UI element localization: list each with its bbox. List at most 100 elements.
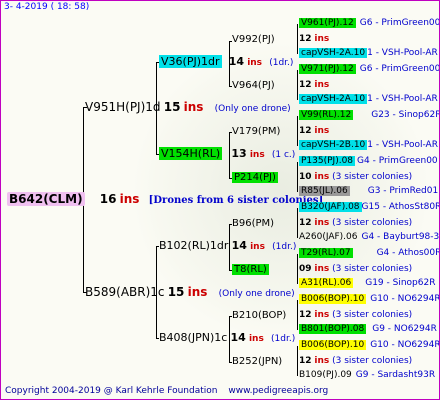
gen2-name[interactable]: B408(JPN)1c bbox=[159, 331, 227, 344]
gen4-name[interactable]: A31(RL).06 bbox=[299, 278, 354, 288]
connector bbox=[297, 70, 298, 100]
gen4-ins: ins bbox=[314, 264, 330, 274]
gen2-name[interactable]: V154H(RL) bbox=[159, 147, 223, 160]
gen4-ins: ins bbox=[314, 80, 330, 90]
gen4-name[interactable]: capVSH-2A.10 bbox=[299, 48, 368, 58]
gen1-node: V951H(PJ)1d 15 ins (Only one drone) bbox=[85, 100, 291, 114]
gen2-count: 14 bbox=[230, 331, 246, 344]
gen4-name[interactable]: A260(JAF).06 bbox=[299, 232, 358, 242]
gen4-code: G4 - Athos00R bbox=[376, 248, 440, 258]
gen4-count: 09 bbox=[299, 264, 312, 274]
gen4-row: 12 ins bbox=[299, 80, 329, 90]
gen3-node[interactable]: T8(RL) bbox=[232, 264, 269, 275]
gen4-row: 12 ins bbox=[299, 126, 329, 136]
gen4-name[interactable]: V971(PJ).12 bbox=[299, 64, 356, 74]
connector bbox=[297, 254, 298, 284]
gen4-note: (3 sister colonies) bbox=[332, 172, 413, 182]
chart-date: 3- 4-2019 ( 18: 58) bbox=[4, 2, 90, 12]
connector bbox=[297, 208, 298, 238]
gen4-row: 09 ins (3 sister colonies) bbox=[299, 264, 412, 274]
gen2-ins: ins bbox=[247, 58, 263, 68]
gen4-name[interactable]: B006(BOP).10 bbox=[299, 340, 367, 350]
gen4-note: (3 sister colonies) bbox=[332, 264, 413, 274]
gen4-code: G10 - NO6294R bbox=[370, 340, 440, 350]
root-name[interactable]: B642(CLM) bbox=[7, 192, 85, 206]
gen2-ins: ins bbox=[249, 150, 265, 160]
gen2-node: B102(RL)1dr 14 ins (1dr.) bbox=[159, 239, 296, 252]
gen3-node[interactable]: V179(PM) bbox=[232, 126, 280, 137]
connector bbox=[297, 116, 298, 146]
gen4-row: capVSH-2A.10 1 - VSH-Pool-AR bbox=[299, 94, 438, 104]
gen4-row: A31(RL).06 G19 - Sinop62R bbox=[299, 278, 435, 288]
gen4-count: 12 bbox=[299, 356, 312, 366]
gen2-ins: ins bbox=[248, 334, 264, 344]
gen4-code: 1 - VSH-Pool-AR bbox=[367, 140, 438, 150]
gen2-note: (1dr.) bbox=[269, 58, 294, 68]
gen3-node[interactable]: P214(PJ) bbox=[232, 172, 278, 183]
gen2-note: (1 c.) bbox=[271, 150, 296, 160]
connector bbox=[297, 346, 298, 376]
gen4-row: B109(PJ).09 G9 - Sardasht93R bbox=[299, 370, 435, 380]
gen4-name[interactable]: capVSH-2A.10 bbox=[299, 94, 368, 104]
gen4-row: 12 ins (3 sister colonies) bbox=[299, 218, 412, 228]
gen1-name[interactable]: B589(ABR)1c bbox=[85, 285, 165, 299]
gen4-name[interactable]: V961(PJ).12 bbox=[299, 18, 356, 28]
gen4-name[interactable]: B801(BOP).08 bbox=[299, 324, 367, 334]
gen4-count: 12 bbox=[299, 34, 312, 44]
root-ins: ins bbox=[119, 192, 140, 206]
gen4-ins: ins bbox=[314, 126, 330, 136]
root-note: [Drones from 6 sister colonies] bbox=[148, 195, 324, 206]
gen3-node[interactable]: B96(PM) bbox=[232, 218, 274, 229]
gen1-name[interactable]: V951H(PJ)1d bbox=[85, 100, 161, 114]
gen4-name[interactable]: R85(JL).06 bbox=[299, 186, 350, 196]
gen3-node[interactable]: B210(BOP) bbox=[232, 310, 286, 321]
gen4-code: 1 - VSH-Pool-AR bbox=[367, 94, 438, 104]
gen3-node[interactable]: B252(JPN) bbox=[232, 356, 282, 367]
gen2-node: V154H(RL) 13 ins (1 c.) bbox=[159, 147, 295, 160]
gen2-count: 14 bbox=[228, 55, 244, 68]
gen4-ins: ins bbox=[314, 356, 330, 366]
gen4-row: capVSH-2A.10 1 - VSH-Pool-AR bbox=[299, 48, 438, 58]
gen4-ins: ins bbox=[314, 218, 330, 228]
gen1-note: (Only one drone) bbox=[214, 104, 291, 114]
site-link[interactable]: www.pedigreeapis.org bbox=[228, 386, 328, 396]
gen2-name[interactable]: V36(PJ)1dr bbox=[159, 55, 222, 68]
gen4-name[interactable]: B109(PJ).09 bbox=[299, 370, 352, 380]
gen4-row: 12 ins (3 sister colonies) bbox=[299, 356, 412, 366]
gen4-row: B320(JAF).08 G15 - AthosSt80R bbox=[299, 202, 439, 212]
gen4-code: G4 - PrimGreen00 bbox=[357, 156, 438, 166]
gen4-count: 12 bbox=[299, 218, 312, 228]
gen4-row: 10 ins (3 sister colonies) bbox=[299, 172, 412, 182]
gen4-row: V971(PJ).12 G6 - PrimGreen00 bbox=[299, 64, 439, 74]
gen2-note: (1dr.) bbox=[271, 334, 296, 344]
gen3-node[interactable]: V992(PJ) bbox=[232, 34, 275, 45]
gen4-name[interactable]: T29(RL).07 bbox=[299, 248, 353, 258]
gen4-name[interactable]: P135(PJ).08 bbox=[299, 156, 356, 166]
gen4-row: B006(BOP).10 G10 - NO6294R bbox=[299, 294, 439, 304]
gen4-ins: ins bbox=[314, 310, 330, 320]
gen4-row: B006(BOP).10 G10 - NO6294R bbox=[299, 340, 440, 350]
gen2-count: 13 bbox=[231, 147, 247, 160]
gen1-count: 15 bbox=[167, 285, 185, 299]
gen2-node: V36(PJ)1dr 14 ins (1dr.) bbox=[159, 55, 293, 68]
copyright-text: Copyright 2004-2019 @ Karl Kehrle Founda… bbox=[5, 386, 218, 396]
gen4-row: R85(JL).06 G3 - PrimRed01 bbox=[299, 186, 438, 196]
gen4-code: G6 - PrimGreen00 bbox=[359, 18, 440, 28]
gen4-name[interactable]: B320(JAF).08 bbox=[299, 202, 362, 212]
gen4-count: 12 bbox=[299, 126, 312, 136]
gen3-name: P214(PJ) bbox=[232, 172, 278, 183]
gen2-count: 14 bbox=[231, 239, 247, 252]
connector bbox=[297, 24, 298, 54]
gen4-code: G9 - Sardasht93R bbox=[355, 370, 436, 380]
gen4-code: G23 - Sinop62R bbox=[371, 110, 440, 120]
gen4-row: 12 ins (3 sister colonies) bbox=[299, 310, 412, 320]
gen4-name[interactable]: B006(BOP).10 bbox=[299, 294, 367, 304]
gen4-name[interactable]: V99(RL).12 bbox=[299, 110, 354, 120]
gen4-count: 12 bbox=[299, 310, 312, 320]
gen4-name[interactable]: capVSH-2B.10 bbox=[299, 140, 368, 150]
gen1-note: (Only one drone) bbox=[218, 289, 295, 299]
gen4-code: G9 - NO6294R bbox=[372, 324, 437, 334]
gen4-row: A260(JAF).06 G4 - Bayburt98-3 bbox=[299, 232, 439, 242]
gen2-name[interactable]: B102(RL)1dr bbox=[159, 239, 228, 252]
gen3-node[interactable]: V964(PJ) bbox=[232, 80, 275, 91]
